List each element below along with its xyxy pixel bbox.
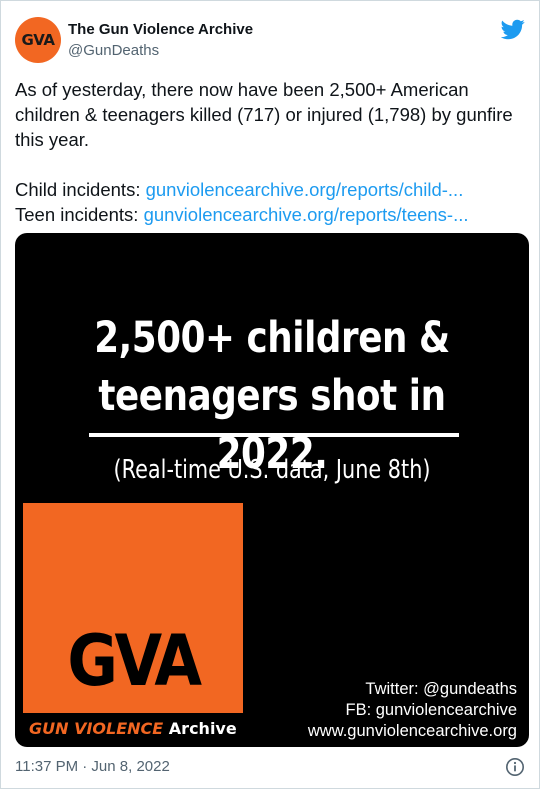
media-headline-line-1: 2,500+ children & (94, 313, 450, 363)
gva-logo-caption: GUN VIOLENCE Archive (29, 719, 237, 738)
media-contact-fb: FB: gunviolencearchive (345, 701, 517, 719)
author-handle[interactable]: @GunDeaths (68, 42, 159, 59)
teen-incidents-link[interactable]: gunviolencearchive.org/reports/teens-... (144, 204, 469, 225)
gva-logo-caption-archive: Archive (168, 719, 237, 738)
tweet-media-image[interactable]: 2,500+ children & teenagers shot in 2022… (15, 233, 529, 747)
teen-incidents-line: Teen incidents: gunviolencearchive.org/r… (15, 202, 525, 227)
info-icon[interactable] (505, 757, 525, 777)
media-contact-web: www.gunviolencearchive.org (307, 722, 517, 740)
avatar[interactable]: GVA (15, 17, 61, 63)
tweet-text: As of yesterday, there now have been 2,5… (15, 77, 525, 227)
teen-incidents-label: Teen incidents: (15, 204, 139, 225)
gva-logo: GVA (23, 503, 243, 713)
child-incidents-link[interactable]: gunviolencearchive.org/reports/child-... (146, 179, 464, 200)
child-incidents-label: Child incidents: (15, 179, 141, 200)
author-display-name[interactable]: The Gun Violence Archive (68, 21, 253, 38)
media-subhead: (Real-time U.S. data, June 8th) (113, 455, 431, 485)
twitter-bird-icon[interactable] (501, 17, 525, 41)
media-contact-twitter: Twitter: @gundeaths (365, 680, 517, 698)
gva-logo-caption-gun-violence: GUN VIOLENCE (29, 719, 164, 738)
tweet-main-text: As of yesterday, there now have been 2,5… (15, 79, 513, 150)
media-contact-info: Twitter: @gundeaths FB: gunviolencearchi… (308, 679, 517, 742)
child-incidents-line: Child incidents: gunviolencearchive.org/… (15, 177, 525, 202)
gva-logo-letters: GVA (67, 620, 202, 702)
tweet-timestamp[interactable]: 11:37 PM · Jun 8, 2022 (15, 758, 170, 775)
media-divider (89, 433, 459, 437)
tweet-card[interactable]: GVA The Gun Violence Archive @GunDeaths … (0, 0, 540, 789)
